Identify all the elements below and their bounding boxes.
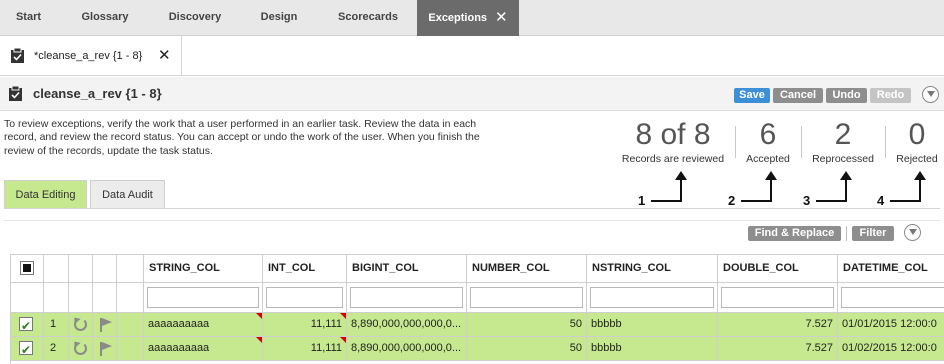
filter-cell — [718, 283, 838, 313]
filter-cell — [93, 283, 117, 313]
find-replace-button[interactable]: Find & Replace — [748, 226, 841, 241]
callout-number: 1 — [638, 193, 646, 208]
row-flag-cell — [93, 337, 117, 361]
row-checkbox[interactable] — [19, 339, 33, 360]
cell-datetime-col[interactable]: 01/01/2015 12:00:0 — [838, 313, 944, 337]
divider — [4, 220, 940, 221]
cell-number-col[interactable]: 50 — [467, 313, 587, 337]
cell-text: 11,111 — [310, 318, 342, 330]
filter-cell — [144, 283, 263, 313]
row-undo-cell — [69, 313, 93, 337]
row-number: 1 — [44, 313, 69, 337]
row-select-cell — [11, 337, 44, 361]
row-select-cell — [11, 313, 44, 337]
flag-icon[interactable] — [99, 317, 113, 332]
cell-int-col[interactable]: 11,111 — [263, 313, 347, 337]
cell-text: 11,111 — [310, 342, 342, 354]
cell-datetime-col[interactable]: 01/02/2015 12:00:0 — [838, 337, 944, 361]
filter-cell — [11, 283, 44, 313]
edited-marker — [256, 337, 262, 343]
cell-nstring-col[interactable]: bbbbb — [587, 337, 718, 361]
header-status — [117, 255, 144, 283]
edited-marker — [340, 337, 346, 343]
data-grid: STRING_COL INT_COL BIGINT_COL NUMBER_COL… — [10, 254, 944, 364]
callout-number: 2 — [728, 193, 736, 208]
row-status-cell — [117, 337, 144, 361]
filter-input-number-col[interactable] — [470, 287, 583, 308]
row-number: 2 — [44, 337, 69, 361]
filter-input-bigint-col[interactable] — [350, 287, 463, 308]
tab-data-editing[interactable]: Data Editing — [4, 180, 87, 208]
cell-bigint-col[interactable]: 8,890,000,000,000,0... — [347, 337, 467, 361]
flag-icon[interactable] — [99, 341, 113, 356]
header-undo — [69, 255, 93, 283]
edited-marker — [340, 313, 346, 319]
column-header-int-col[interactable]: INT_COL — [263, 255, 347, 283]
filter-input-datetime-col[interactable] — [841, 287, 944, 308]
filter-cell — [44, 283, 69, 313]
filter-input-double-col[interactable] — [721, 287, 834, 308]
cell-string-col[interactable]: aaaaaaaaaa — [144, 313, 263, 337]
cell-nstring-col[interactable]: bbbbb — [587, 313, 718, 337]
column-header-nstring-col[interactable]: NSTRING_COL — [587, 255, 718, 283]
row-status-cell — [117, 313, 144, 337]
column-header-string-col[interactable]: STRING_COL — [144, 255, 263, 283]
filter-cell — [467, 283, 587, 313]
filter-cell — [347, 283, 467, 313]
cell-bigint-col[interactable]: 8,890,000,000,000,0... — [347, 313, 467, 337]
column-header-bigint-col[interactable]: BIGINT_COL — [347, 255, 467, 283]
cell-double-col[interactable]: 7.527 — [718, 313, 838, 337]
cell-text: aaaaaaaaaa — [148, 342, 210, 354]
undo-icon[interactable] — [74, 318, 87, 331]
callout-number: 4 — [877, 193, 885, 208]
edited-marker — [256, 313, 262, 319]
filter-button[interactable]: Filter — [852, 226, 894, 241]
column-header-datetime-col[interactable]: DATETIME_COL — [838, 255, 944, 283]
cell-number-col[interactable]: 50 — [467, 337, 587, 361]
cell-int-col[interactable]: 11,111 — [263, 337, 347, 361]
cell-double-col[interactable]: 7.527 — [718, 337, 838, 361]
filter-cell — [587, 283, 718, 313]
row-undo-cell — [69, 337, 93, 361]
callout-number: 3 — [803, 193, 811, 208]
select-all-checkbox[interactable] — [20, 261, 34, 275]
row-checkbox[interactable] — [19, 315, 33, 336]
header-flag — [93, 255, 117, 283]
divider — [4, 208, 940, 209]
column-header-number-col[interactable]: NUMBER_COL — [467, 255, 587, 283]
filter-input-string-col[interactable] — [147, 287, 259, 308]
header-row-number — [44, 255, 69, 283]
tab-data-audit[interactable]: Data Audit — [90, 180, 165, 208]
cell-text: aaaaaaaaaa — [148, 318, 210, 330]
filter-input-nstring-col[interactable] — [590, 287, 714, 308]
chevron-down-icon[interactable] — [904, 224, 921, 241]
undo-icon[interactable] — [74, 342, 87, 355]
filter-cell — [117, 283, 144, 313]
header-select-all-cell — [11, 255, 44, 283]
column-header-double-col[interactable]: DOUBLE_COL — [718, 255, 838, 283]
filter-cell — [263, 283, 347, 313]
cell-string-col[interactable]: aaaaaaaaaa — [144, 337, 263, 361]
divider — [846, 226, 847, 241]
filter-input-int-col[interactable] — [266, 287, 343, 308]
filter-cell — [69, 283, 93, 313]
row-flag-cell — [93, 313, 117, 337]
filter-cell — [838, 283, 944, 313]
